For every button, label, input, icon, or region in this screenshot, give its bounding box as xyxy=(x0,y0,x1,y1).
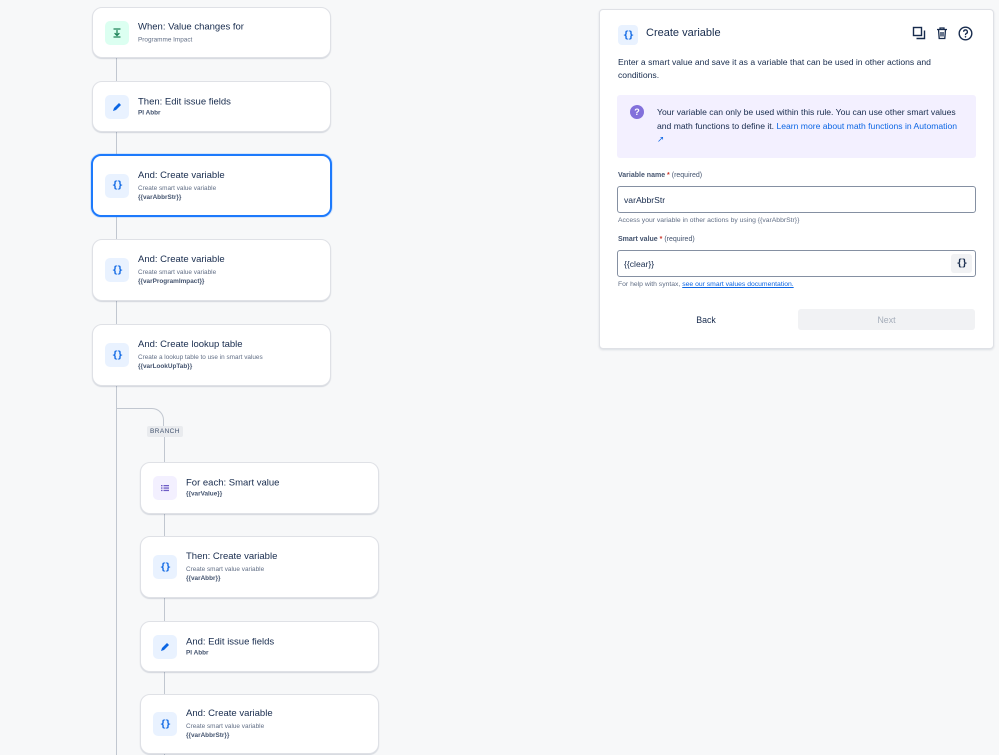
curly-braces-icon: {} xyxy=(105,258,129,282)
card-detail: PI Abbr xyxy=(138,109,161,116)
smart-value-help: For help with syntax, see our smart valu… xyxy=(618,281,794,288)
pencil-icon xyxy=(105,94,129,119)
trash-icon[interactable] xyxy=(934,25,950,41)
curly-braces-icon: {} xyxy=(105,173,129,198)
help-icon[interactable] xyxy=(957,25,973,41)
rule-action-card[interactable]: And: Edit issue fields PI Abbr xyxy=(140,621,379,672)
variable-name-label: Variable name * (required) xyxy=(618,172,702,179)
panel-toolbar xyxy=(911,25,973,41)
branch-connector xyxy=(116,408,164,428)
required-text: (required) xyxy=(671,172,703,179)
card-detail: {{varProgramImpact}} xyxy=(138,278,205,285)
card-subtitle: Create smart value variable xyxy=(138,269,217,276)
card-subtitle: Programme Impact xyxy=(138,36,193,43)
rule-action-card[interactable]: {} Then: Create variable Create smart va… xyxy=(140,536,379,598)
card-title: And: Create lookup table xyxy=(138,339,243,350)
rule-trigger-card[interactable]: When: Value changes for Programme Impact xyxy=(92,7,331,58)
card-subtitle: Create a lookup table to use in smart va… xyxy=(138,354,263,361)
pencil-icon xyxy=(153,634,177,659)
rule-action-card[interactable]: Then: Edit issue fields PI Abbr xyxy=(92,81,331,132)
card-title: Then: Edit issue fields xyxy=(138,96,231,107)
info-text: Your variable can only be used within th… xyxy=(657,106,962,147)
variable-name-help: Access your variable in other actions by… xyxy=(618,217,800,224)
smart-values-docs-link[interactable]: see our smart values documentation. xyxy=(682,281,793,288)
card-title: And: Create variable xyxy=(186,708,273,719)
branch-label: BRANCH xyxy=(147,426,183,437)
panel-title: Create variable xyxy=(646,27,721,39)
required-mark: * xyxy=(659,236,663,243)
card-title: When: Value changes for xyxy=(138,21,244,32)
variable-name-input[interactable]: varAbbrStr xyxy=(617,186,976,213)
curly-braces-icon: {} xyxy=(956,258,967,269)
card-title: For each: Smart value xyxy=(186,477,280,489)
list-icon xyxy=(153,476,177,500)
create-variable-panel: {} Create variable Enter a smart value a… xyxy=(599,9,994,349)
back-button[interactable]: Back xyxy=(640,309,772,330)
card-subtitle: Create smart value variable xyxy=(138,184,217,192)
curly-braces-icon: {} xyxy=(618,25,638,45)
curly-braces-icon: {} xyxy=(153,712,177,736)
card-detail: {{varAbbr}} xyxy=(186,575,221,582)
smart-value-label: Smart value * (required) xyxy=(618,236,695,243)
label-text: Variable name xyxy=(618,172,666,179)
rule-action-card[interactable]: {} And: Create lookup table Create a loo… xyxy=(92,324,331,386)
card-detail: {{varLookUpTab}} xyxy=(138,363,193,370)
rule-action-card[interactable]: {} And: Create variable Create smart val… xyxy=(140,694,379,754)
duplicate-icon[interactable] xyxy=(911,25,927,41)
card-title: And: Edit issue fields xyxy=(186,636,275,647)
rule-action-card[interactable]: {} And: Create variable Create smart val… xyxy=(92,239,331,301)
curly-braces-icon: {} xyxy=(153,555,177,579)
card-detail: {{varAbbrStr}} xyxy=(138,193,182,201)
card-title: And: Create variable xyxy=(138,169,225,181)
info-message: ? Your variable can only be used within … xyxy=(617,95,976,158)
required-text: (required) xyxy=(664,236,695,243)
required-mark: * xyxy=(667,172,670,179)
panel-description: Enter a smart value and save it as a var… xyxy=(618,57,931,80)
connector-line xyxy=(116,408,117,755)
value-changes-icon xyxy=(105,20,129,45)
next-button[interactable]: Next xyxy=(798,309,975,330)
rule-action-card-selected[interactable]: {} And: Create variable Create smart val… xyxy=(91,154,332,217)
card-subtitle: Create smart value variable xyxy=(186,566,265,573)
card-detail: PI Abbr xyxy=(186,649,209,656)
help-prefix: For help with syntax, xyxy=(618,281,683,288)
card-detail: {{varValue}} xyxy=(186,490,223,498)
question-icon: ? xyxy=(630,105,644,119)
rule-branch-card[interactable]: For each: Smart value {{varValue}} xyxy=(140,462,379,514)
insert-smart-value-button[interactable]: {} xyxy=(951,254,972,273)
smart-value-input[interactable]: {{clear}} {} xyxy=(617,250,976,277)
card-detail: {{varAbbrStr}} xyxy=(186,732,230,739)
card-subtitle: Create smart value variable xyxy=(186,723,265,730)
card-title: Then: Create variable xyxy=(186,551,278,562)
card-title: And: Create variable xyxy=(138,254,225,265)
variable-name-value: varAbbrStr xyxy=(624,194,666,205)
curly-braces-icon: {} xyxy=(105,343,129,367)
label-text: Smart value xyxy=(618,236,658,243)
smart-value-value: {{clear}} xyxy=(624,258,655,269)
